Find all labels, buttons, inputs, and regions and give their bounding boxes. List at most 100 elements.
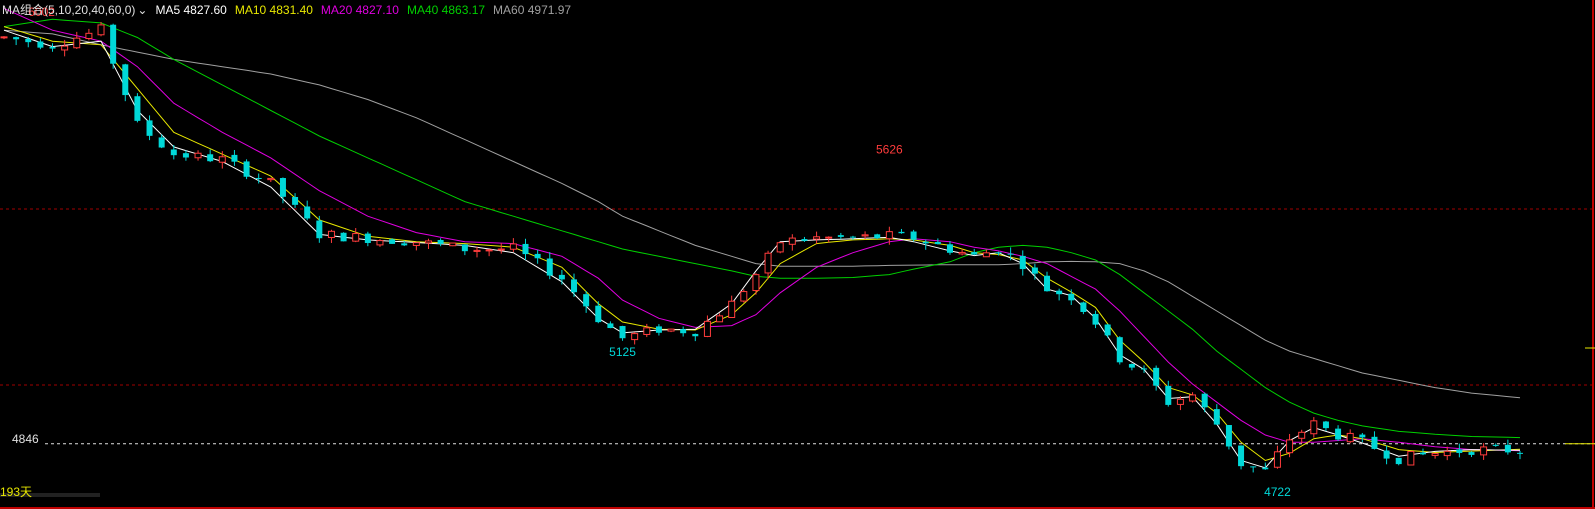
candle-body (655, 326, 662, 333)
chevron-down-icon[interactable]: ⌄ (137, 2, 147, 18)
candle-body (788, 237, 796, 245)
candle-body (73, 37, 81, 49)
candle-body (571, 279, 578, 293)
candle-body (982, 252, 990, 258)
ma5-value: MA5 4827.60 (155, 3, 227, 17)
candle-body (1153, 367, 1160, 386)
candle-body (376, 240, 384, 246)
candle (631, 332, 639, 345)
candle-body (958, 251, 966, 255)
candle (910, 229, 917, 242)
ma20-line (3, 7, 1521, 452)
candle-body (728, 300, 736, 319)
candle (364, 231, 371, 247)
candle (837, 232, 844, 240)
candle-body (1431, 453, 1439, 456)
candle (752, 273, 760, 295)
candle (558, 269, 565, 285)
candle-body (1468, 452, 1475, 455)
candle (680, 326, 687, 337)
candle (728, 295, 736, 319)
price-annotation-label: 5626 (876, 142, 903, 156)
candle (1128, 363, 1135, 371)
candle-body (1456, 449, 1463, 453)
candle (134, 93, 141, 123)
candle-body (182, 153, 189, 158)
candle-body (1480, 446, 1488, 456)
ma60-line (3, 29, 1521, 399)
candle-body (327, 230, 335, 239)
candle-body (1371, 436, 1378, 449)
candle-body (874, 234, 881, 239)
candle-body (1007, 253, 1014, 255)
candle (267, 177, 275, 183)
candle (934, 238, 941, 245)
candle-body (1407, 450, 1415, 466)
candle (73, 31, 81, 49)
ma60-value: MA60 4971.97 (493, 3, 572, 17)
candle-body (0, 36, 8, 39)
candle (1262, 462, 1269, 470)
candle (449, 242, 457, 247)
candle (0, 36, 8, 40)
ma5-line (3, 29, 1521, 469)
candle (485, 249, 493, 257)
candle-body (1031, 267, 1038, 274)
candle-body (194, 152, 202, 159)
candle-body (1044, 275, 1051, 292)
candle (667, 328, 675, 333)
candle (13, 36, 20, 46)
candle (1395, 457, 1402, 466)
candle-body (1201, 393, 1208, 408)
candle-body (1346, 432, 1354, 443)
candle-body (401, 243, 408, 246)
candle (607, 321, 614, 329)
candle (1335, 425, 1342, 442)
candle (497, 243, 505, 254)
candle-body (218, 156, 226, 163)
candle (1068, 289, 1075, 305)
candle-body (231, 154, 238, 162)
candle (122, 63, 129, 102)
candle-body (1056, 290, 1063, 295)
candle (1443, 446, 1451, 461)
candle-body (1262, 467, 1269, 470)
candle (776, 242, 784, 254)
candle (1213, 404, 1220, 426)
candle-body (1310, 420, 1318, 435)
candle (619, 325, 626, 341)
candle-body (170, 149, 177, 156)
candle-body (558, 274, 565, 280)
candle (194, 150, 202, 161)
candle-body (37, 41, 44, 48)
candle-body (910, 231, 917, 240)
candle-body (764, 252, 772, 274)
candle (1007, 247, 1014, 261)
candle (412, 242, 420, 251)
candle-body (946, 244, 953, 253)
candle-body (752, 274, 760, 292)
candle (522, 238, 529, 261)
candle-body (971, 252, 978, 255)
candle (898, 228, 905, 234)
candle (85, 28, 93, 41)
candle-body (316, 220, 323, 239)
candle-body (461, 244, 468, 252)
candle-body (1286, 439, 1294, 454)
candle (534, 249, 541, 264)
candle-body (497, 248, 505, 251)
candle-body (110, 24, 117, 64)
candle (509, 238, 517, 252)
candle-body (1250, 466, 1257, 468)
candle-body (255, 177, 262, 179)
candle-body (1213, 409, 1220, 425)
candle-body (692, 333, 699, 337)
candle-body (1176, 398, 1184, 405)
candle (352, 228, 360, 243)
ma-group-label: MA组合(5,10,20,40,60,0) (2, 3, 136, 17)
candle-body (292, 196, 299, 205)
ma-legend[interactable]: MA组合(5,10,20,40,60,0) ⌄ MA5 4827.60 MA10… (2, 2, 571, 18)
candle-body (595, 305, 602, 323)
candle (813, 231, 821, 244)
candle-body (522, 243, 529, 255)
